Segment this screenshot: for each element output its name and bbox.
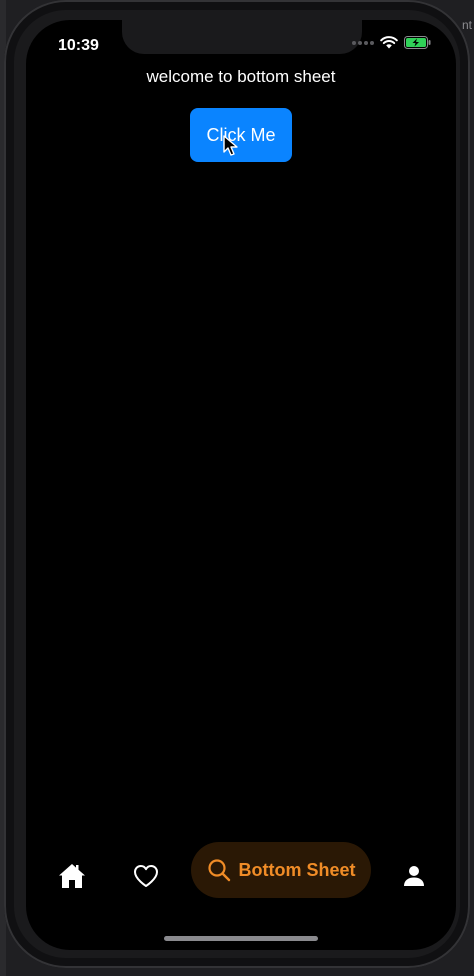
person-icon [404, 866, 424, 886]
status-time: 10:39 [58, 37, 99, 54]
device-notch [122, 20, 362, 54]
heart-icon [134, 865, 158, 887]
device-frame: 10:39 welcome to bottom sheet Click Me B… [4, 0, 470, 968]
app-screen: 10:39 welcome to bottom sheet Click Me B… [26, 20, 456, 950]
mouse-cursor-icon [223, 135, 238, 156]
nav-profile-tab[interactable] [398, 860, 430, 892]
wifi-icon [380, 36, 398, 49]
cellular-signal-icon [352, 40, 374, 45]
nav-bottom-sheet-label: Bottom Sheet [238, 859, 356, 880]
bottom-navigation-bar: Bottom Sheet [26, 842, 456, 898]
battery-charging-icon [404, 36, 431, 49]
nav-favorites-tab[interactable] [130, 860, 162, 892]
nav-bottom-sheet-tab[interactable]: Bottom Sheet [191, 842, 371, 898]
welcome-text: welcome to bottom sheet [146, 67, 336, 86]
search-icon [207, 859, 230, 882]
status-indicators [352, 36, 432, 49]
desktop-edge-text: nt [461, 18, 472, 32]
home-indicator[interactable] [164, 936, 318, 941]
click-me-button[interactable]: Click Me [190, 108, 292, 162]
nav-home-tab[interactable] [56, 860, 88, 892]
home-icon [59, 864, 85, 888]
